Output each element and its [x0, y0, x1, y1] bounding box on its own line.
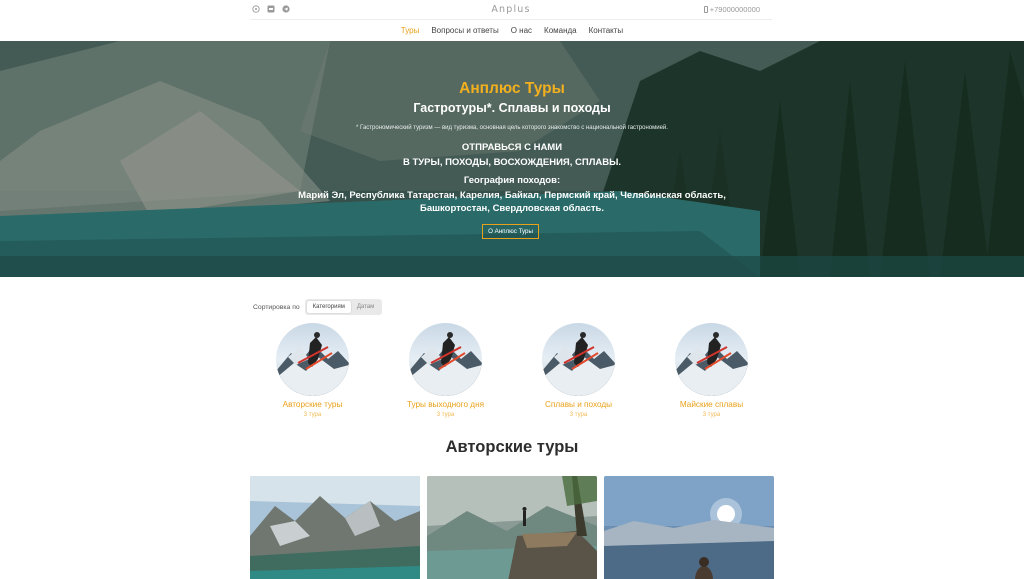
nav-item-tours[interactable]: Туры [401, 26, 420, 35]
tour-card-list [250, 476, 774, 579]
category-item[interactable]: Сплавы и походы 3 тура [512, 323, 645, 418]
category-image[interactable] [276, 323, 349, 396]
category-name[interactable]: Авторские туры [283, 400, 343, 409]
category-name[interactable]: Майские сплавы [680, 400, 743, 409]
hero-cta-line-2: В ТУРЫ, ПОХОДЫ, ВОСХОЖДЕНИЯ, СПЛАВЫ. [402, 157, 622, 168]
sort-segmented-control: Категориям Датам [304, 299, 383, 315]
site-logo[interactable]: Anplus [250, 4, 772, 15]
category-count: 3 тура [569, 412, 588, 418]
category-count: 3 тура [436, 412, 455, 418]
hero-cta-line-1: ОТПРАВЬСЯ С НАМИ [461, 142, 563, 153]
geography-heading: География походов: [463, 175, 561, 186]
tour-card[interactable] [427, 476, 597, 579]
sort-control: Сортировка по Категориям Датам [253, 299, 383, 315]
hero-footnote: * Гастрономический туризм — вид туризма,… [356, 125, 668, 131]
category-list: Авторские туры 3 тура Туры выходного дня… [246, 323, 778, 418]
phone-number: +79000000000 [709, 5, 760, 14]
hero-subtitle: Гастротуры*. Сплавы и походы [413, 101, 611, 115]
category-image[interactable] [542, 323, 615, 396]
category-name[interactable]: Туры выходного дня [407, 400, 484, 409]
category-count: 3 тура [303, 412, 322, 418]
nav-item-about[interactable]: О нас [511, 26, 532, 35]
category-item[interactable]: Авторские туры 3 тура [246, 323, 379, 418]
phone-link[interactable]: +79000000000 [703, 5, 760, 14]
phone-icon [703, 6, 708, 13]
section-title: Авторские туры [445, 438, 579, 456]
category-name[interactable]: Сплавы и походы [545, 400, 612, 409]
main-nav: Туры Вопросы и ответы О нас Команда Конт… [0, 20, 1024, 41]
category-item[interactable]: Туры выходного дня 3 тура [379, 323, 512, 418]
tour-card-image [250, 476, 420, 579]
geography-list: Марий Эл, Республика Татарстан, Карелия,… [298, 190, 726, 214]
tour-card[interactable] [250, 476, 420, 579]
sort-option-categories[interactable]: Категориям [306, 301, 351, 313]
tour-card-image [604, 476, 774, 579]
sort-option-dates[interactable]: Датам [351, 301, 380, 313]
hero-call-to-action: ОТПРАВЬСЯ С НАМИ В ТУРЫ, ПОХОДЫ, ВОСХОЖД… [0, 140, 1024, 170]
category-item[interactable]: Майские сплавы 3 тура [645, 323, 778, 418]
top-bar: Anplus +79000000000 [250, 0, 772, 20]
tour-card-image [427, 476, 597, 579]
category-count: 3 тура [702, 412, 721, 418]
nav-item-team[interactable]: Команда [544, 26, 577, 35]
hero-title: Анплюс Туры [459, 80, 565, 97]
nav-item-faq[interactable]: Вопросы и ответы [431, 26, 498, 35]
category-image[interactable] [409, 323, 482, 396]
about-button[interactable]: О Анплюс Туры [482, 224, 539, 239]
nav-item-contacts[interactable]: Контакты [589, 26, 624, 35]
tour-card[interactable] [604, 476, 774, 579]
hero-banner: Анплюс Туры Гастротуры*. Сплавы и походы… [0, 41, 1024, 277]
category-image[interactable] [675, 323, 748, 396]
sort-label: Сортировка по [253, 303, 300, 311]
